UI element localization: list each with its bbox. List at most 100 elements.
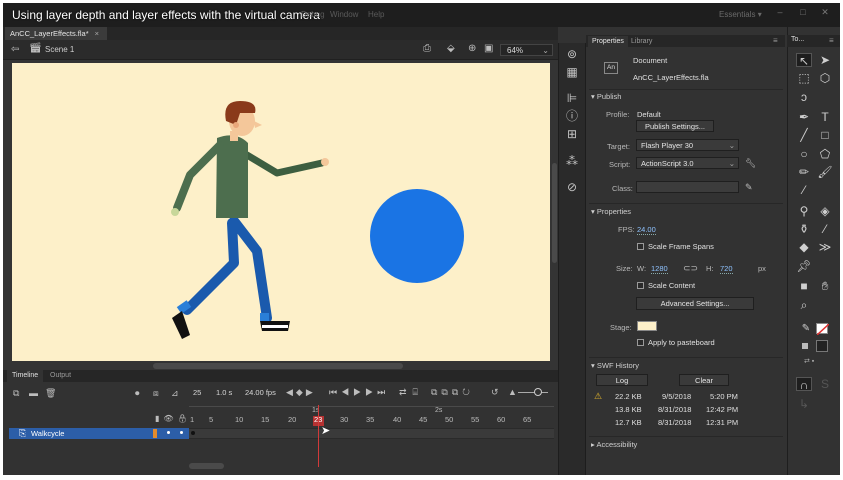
width-value[interactable]: 1280 bbox=[651, 264, 668, 274]
tab-output[interactable]: Output bbox=[45, 370, 76, 382]
text-tool-icon[interactable]: T bbox=[817, 110, 833, 124]
brush-tool-icon[interactable]: ⁄ bbox=[796, 183, 812, 197]
frame-rate[interactable]: 24.00 fps bbox=[245, 388, 276, 397]
current-frame[interactable]: 25 bbox=[193, 388, 201, 397]
advanced-settings-button[interactable]: Advanced Settings... bbox=[636, 297, 754, 310]
eyedropper-tool-icon[interactable]: ⁄ bbox=[817, 222, 833, 236]
timeline-zoom-slider[interactable] bbox=[518, 392, 548, 393]
panel-menu-icon[interactable]: ≡ bbox=[773, 36, 778, 45]
keyframe-nav-icon[interactable]: ◀◆▶ bbox=[286, 387, 316, 397]
maximize-button[interactable]: □ bbox=[796, 7, 810, 19]
selection-tool-icon[interactable]: ↖ bbox=[796, 53, 812, 68]
target-dropdown[interactable]: Flash Player 30 ⌄ bbox=[636, 139, 739, 151]
3d-rotation-tool-icon[interactable]: ⬡ bbox=[817, 71, 833, 85]
bone-tool-icon[interactable]: ⚲ bbox=[796, 204, 812, 218]
accessibility-section-header[interactable]: ▸ Accessibility bbox=[591, 440, 637, 449]
script-dropdown[interactable]: ActionScript 3.0 ⌄ bbox=[636, 157, 739, 169]
playback-controls-icon[interactable]: ⏮◀▶▶⏭ bbox=[329, 387, 389, 397]
stage-canvas[interactable] bbox=[12, 63, 550, 361]
stage-horizontal-scrollbar[interactable] bbox=[153, 363, 403, 369]
lock-dot[interactable] bbox=[180, 431, 183, 434]
publish-section-header[interactable]: ▾ Publish bbox=[591, 92, 621, 101]
align-icon[interactable]: ⊫ bbox=[563, 91, 581, 105]
fill-color-icon[interactable] bbox=[800, 341, 810, 351]
camera-tool-icon[interactable]: ⏺ bbox=[135, 388, 140, 398]
center-stage-icon[interactable]: ⊕ bbox=[468, 44, 476, 54]
paint-brush-tool-icon[interactable]: 🖌︎ bbox=[817, 165, 833, 179]
fill-swatch[interactable] bbox=[816, 340, 828, 352]
delete-layer-icon[interactable]: 🗑︎ bbox=[45, 388, 56, 398]
height-value[interactable]: 720 bbox=[720, 264, 733, 274]
edit-symbols-icon[interactable]: ⬙ bbox=[447, 44, 455, 54]
stroke-swatch[interactable] bbox=[816, 323, 830, 336]
color-wheel-icon[interactable]: ⊚ bbox=[563, 47, 581, 61]
clip-content-icon[interactable]: ▣ bbox=[484, 44, 493, 54]
swf-history-section-header[interactable]: ▾ SWF History bbox=[591, 361, 639, 370]
workspace-switcher[interactable]: Essentials ▾ bbox=[719, 10, 762, 19]
free-transform-tool-icon[interactable]: ⬚ bbox=[796, 71, 812, 85]
pen-tool-icon[interactable]: ✒ bbox=[796, 110, 812, 124]
document-tab[interactable]: AnCC_LayerEffects.fla* × bbox=[5, 27, 107, 40]
info-icon[interactable]: ⓘ bbox=[563, 109, 581, 123]
walking-character[interactable] bbox=[171, 101, 329, 339]
layer-name[interactable]: Walkcycle bbox=[31, 429, 64, 438]
layer-column-icons[interactable]: ▮👁︎🔒︎ bbox=[155, 414, 192, 424]
stroke-color-icon[interactable]: ✎ bbox=[798, 322, 814, 336]
stage-color-swatch[interactable] bbox=[637, 321, 657, 331]
line-tool-icon[interactable]: ╱ bbox=[796, 128, 812, 142]
tab-properties[interactable]: Properties bbox=[588, 36, 628, 47]
components-icon[interactable]: ⁂ bbox=[563, 154, 581, 168]
close-window-button[interactable]: ✕ bbox=[818, 7, 832, 19]
lasso-tool-icon[interactable]: ↄ bbox=[796, 90, 812, 104]
new-layer-icon[interactable]: ⧉ bbox=[13, 388, 19, 398]
fps-value[interactable]: 24.00 bbox=[637, 225, 656, 235]
menu-debug[interactable]: Debug bbox=[301, 10, 325, 19]
visibility-dot[interactable] bbox=[167, 431, 170, 434]
subselection-tool-icon[interactable]: ➤ bbox=[817, 53, 833, 67]
polystar-tool-icon[interactable]: ⬠ bbox=[817, 147, 833, 161]
eraser-tool-icon[interactable]: ◆ bbox=[796, 240, 812, 254]
pin-tool-icon[interactable]: 📌︎ bbox=[796, 259, 812, 273]
onion-skin-icon[interactable]: ⧉⧉⧉↻ bbox=[431, 387, 474, 397]
current-time[interactable]: 1.0 s bbox=[216, 388, 232, 397]
scale-content-checkbox[interactable] bbox=[637, 282, 644, 289]
graph-icon[interactable]: ⊿ bbox=[171, 388, 179, 398]
tab-library[interactable]: Library bbox=[627, 36, 656, 47]
wrench-icon[interactable]: 🔧︎ bbox=[745, 158, 756, 168]
smooth-icon[interactable]: S bbox=[817, 377, 833, 391]
back-arrow-icon[interactable]: ⇦ bbox=[11, 45, 19, 55]
tools-menu-icon[interactable]: ≡ bbox=[829, 36, 834, 45]
ink-bottle-tool-icon[interactable]: ⚱ bbox=[796, 222, 812, 236]
class-input[interactable] bbox=[636, 181, 739, 193]
cc-libraries-icon[interactable]: ⊘ bbox=[563, 180, 581, 194]
layer-color-swatch[interactable] bbox=[153, 429, 157, 438]
link-icon[interactable]: ⊂⊃ bbox=[683, 263, 698, 273]
menu-window[interactable]: Window bbox=[330, 10, 358, 19]
rotate-icon[interactable]: ↺ bbox=[491, 387, 499, 397]
zoom-slider-handle[interactable] bbox=[534, 388, 542, 396]
loop-onion-icons[interactable]: ⇄⌸ bbox=[399, 387, 424, 397]
keyframe-dot[interactable] bbox=[191, 431, 195, 435]
pencil-icon[interactable]: ✎ bbox=[745, 182, 753, 192]
blue-ball[interactable] bbox=[370, 189, 464, 283]
camera-tool-icon[interactable]: ■ bbox=[796, 279, 812, 293]
rectangle-tool-icon[interactable]: □ bbox=[817, 128, 833, 142]
timeline-scrollbar[interactable] bbox=[189, 463, 224, 469]
pencil-tool-icon[interactable]: ✏ bbox=[796, 165, 812, 179]
minimize-button[interactable]: – bbox=[773, 7, 787, 19]
zoom-out-icon[interactable]: ▲ bbox=[508, 387, 517, 397]
log-button[interactable]: Log bbox=[596, 374, 648, 386]
zoom-tool-icon[interactable]: ⌕ bbox=[796, 298, 812, 312]
close-tab-icon[interactable]: × bbox=[95, 29, 99, 38]
paint-bucket-tool-icon[interactable]: ◈ bbox=[817, 204, 833, 218]
publish-settings-button[interactable]: Publish Settings... bbox=[636, 120, 714, 132]
camera-icon[interactable]: ⎙ bbox=[423, 44, 431, 54]
scale-frame-spans-checkbox[interactable] bbox=[637, 243, 644, 250]
swap-colors-icon[interactable]: ⇄ ▪ bbox=[804, 357, 814, 365]
straighten-icon[interactable]: ↳ bbox=[796, 397, 812, 411]
transform-icon[interactable]: ⊞ bbox=[563, 127, 581, 141]
width-tool-icon[interactable]: ≫ bbox=[817, 240, 833, 254]
layer-depth-icon[interactable]: ⧈ bbox=[153, 388, 159, 398]
new-folder-icon[interactable]: ▬ bbox=[29, 388, 38, 398]
stage-vertical-scrollbar[interactable] bbox=[552, 163, 557, 263]
